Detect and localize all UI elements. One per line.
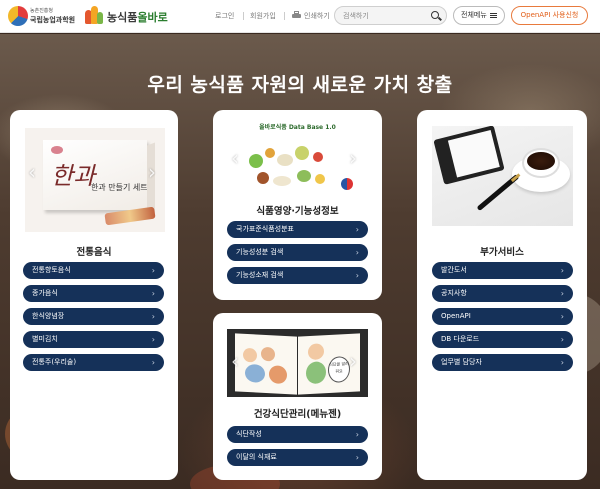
slider-next-icon[interactable]: › [349,146,357,170]
chevron-right-icon: › [355,453,359,462]
card-menu-management: 식단을 알려줘요 ‹ › 건강식단관리(메뉴젠) 식단작성 › 이달의 식재료 › [213,313,382,480]
chevron-right-icon: › [560,289,564,298]
site-logo-mark-icon [85,6,103,26]
rda-logo[interactable]: 농촌진흥청 국립농업과학원 [8,5,83,27]
link-notices[interactable]: 공지사항 › [432,285,573,302]
hamburger-icon [490,13,497,18]
hangwa-set-image: 한과 한과 만들기 세트 [25,128,165,232]
chevron-right-icon: › [560,335,564,344]
slider-next-icon[interactable]: › [148,160,156,184]
slider-prev-icon[interactable]: ‹ [231,349,239,373]
all-menu-button[interactable]: 전체메뉴 [453,6,505,25]
chevron-right-icon: › [151,335,155,344]
link-staff-contacts[interactable]: 업무별 담당자 › [432,354,573,371]
slider-prev-icon[interactable]: ‹ [28,160,36,184]
card-traditional-food: 한과 한과 만들기 세트 ‹ › 전통음식 전통향토음식 › 종가음식 › 한식양념… [10,110,178,480]
menu-book-image: 식단을 알려줘요 [227,329,368,397]
card-nutrition-info: 올바로식품 Data Base 1.0 ‹ › 식품영양·기능성정보 국가표준식… [213,110,382,300]
chevron-right-icon: › [355,225,359,234]
search-input[interactable] [343,10,428,22]
card-title: 전통음식 [76,247,112,258]
login-link[interactable]: 로그인 [215,11,234,21]
food-database-image: 올바로식품 Data Base 1.0 [227,118,368,206]
link-create-menu[interactable]: 식단작성 › [227,426,368,443]
link-special-kimchi[interactable]: 별미김치 › [23,331,164,348]
slider-prev-icon[interactable]: ‹ [231,146,239,170]
card-additional-services: 부가서비스 발간도서 › 공지사항 › OpenAPI › DB 다운로드 › 업무별 … [417,110,587,480]
rda-emblem-icon [8,6,28,26]
hero-title: 우리 농식품 자원의 새로운 가치 창출 [147,74,453,96]
join-link[interactable]: 회원가입 [250,11,276,21]
rda-logo-text: 국립농업과학원 [30,16,76,24]
print-link[interactable]: 인쇄하기 [304,11,330,21]
link-functional-material-search[interactable]: 기능성소재 검색 › [227,267,368,284]
chevron-right-icon: › [560,266,564,275]
hangwa-box: 한과 한과 만들기 세트 [43,140,155,216]
link-monthly-ingredients[interactable]: 이달의 식재료 › [227,449,368,466]
link-head-family-food[interactable]: 종가음식 › [23,285,164,302]
site-header: 농촌진흥청 국립농업과학원 농식품올바로 로그인 회원가입 인쇄하기 전체메뉴 … [0,0,600,33]
header-divider [284,12,285,20]
chevron-right-icon: › [151,312,155,321]
chevron-right-icon: › [151,289,155,298]
header-divider [243,12,244,20]
government-seal-icon [341,178,353,190]
link-traditional-liquor[interactable]: 전통주(우리술) › [23,354,164,371]
chevron-right-icon: › [151,266,155,275]
link-national-food-composition[interactable]: 국가표준식품성분표 › [227,221,368,238]
card-title: 건강식단관리(메뉴젠) [253,409,342,420]
link-openapi[interactable]: OpenAPI › [432,308,573,325]
database-image-title: 올바로식품 Data Base 1.0 [259,124,336,131]
site-logo[interactable]: 농식품올바로 [85,5,175,27]
slider-next-icon[interactable]: › [349,349,357,373]
chevron-right-icon: › [560,312,564,321]
all-menu-label: 전체메뉴 [461,11,487,19]
search-icon[interactable] [431,11,439,19]
chevron-right-icon: › [355,430,359,439]
coffee-planner-image [432,126,573,226]
link-korean-sauce[interactable]: 한식양념장 › [23,308,164,325]
search-box [334,6,447,25]
link-traditional-local-food[interactable]: 전통향토음식 › [23,262,164,279]
link-publications[interactable]: 발간도서 › [432,262,573,279]
chevron-right-icon: › [560,358,564,367]
chevron-right-icon: › [355,248,359,257]
openapi-apply-button[interactable]: OpenAPI 사용신청 [511,6,588,25]
chevron-right-icon: › [151,358,155,367]
speech-bubble: 식단을 알려줘요 [328,355,350,384]
rda-logo-small-text: 농촌진흥청 [30,8,54,14]
print-icon[interactable] [292,11,301,19]
card-title: 부가서비스 [480,247,524,258]
card-title: 식품영양·기능성정보 [256,206,339,217]
hangwa-box-label: 한과 만들기 세트 [91,183,148,192]
link-db-download[interactable]: DB 다운로드 › [432,331,573,348]
chevron-right-icon: › [355,271,359,280]
site-logo-text: 농식품올바로 [107,11,168,24]
link-functional-component-search[interactable]: 기능성성분 검색 › [227,244,368,261]
